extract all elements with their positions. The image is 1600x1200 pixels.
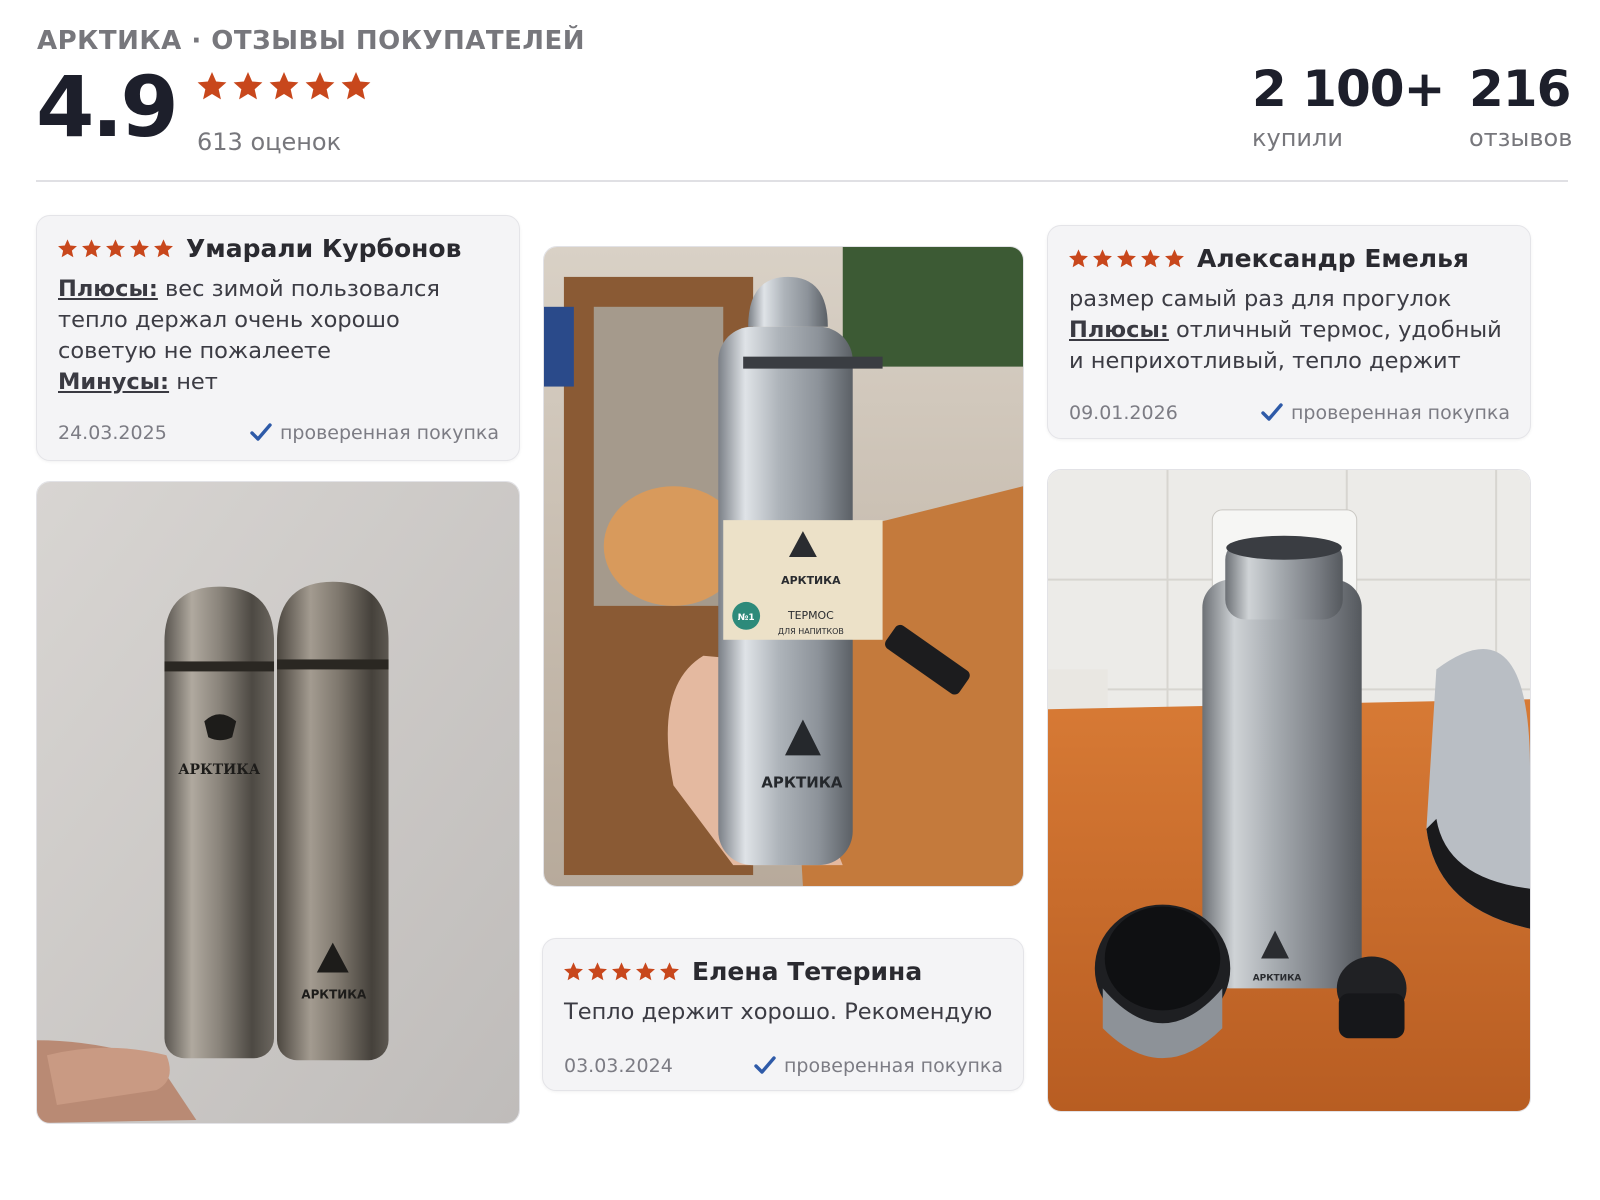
cons-label: Минусы: <box>58 369 170 395</box>
brand-print: АРКТИКА <box>301 987 367 1001</box>
label-sticker: №1 <box>738 613 755 623</box>
reviews-number: 216 <box>1469 60 1571 118</box>
thermos-on-table-photo: АРКТИКА <box>1048 470 1530 1111</box>
star-icon <box>269 72 299 100</box>
thermos-in-hand-photo: АРКТИКА ТЕРМОС ДЛЯ НАПИТКОВ №1 АРКТИКА <box>544 247 1023 886</box>
review-card[interactable]: Умарали Курбонов Плюсы: вес зимой пользо… <box>36 215 520 461</box>
bought-number: 2 100+ <box>1252 60 1445 118</box>
star-icon <box>660 962 679 981</box>
ratings-count: 613 оценок <box>197 128 342 156</box>
rating-stars <box>196 70 372 102</box>
review-card[interactable]: Елена Тетерина Тепло держит хорошо. Реко… <box>542 938 1024 1091</box>
review-text: размер самый раз для прогулок <box>1069 286 1452 312</box>
header-divider <box>36 180 1568 182</box>
star-icon <box>341 72 371 100</box>
star-icon <box>1069 249 1088 268</box>
review-text: Тепло держит хорошо. Рекомендую <box>564 999 993 1025</box>
checkmark-icon <box>754 1056 776 1074</box>
verified-label: проверенная покупка <box>279 422 499 444</box>
review-photo[interactable]: АРКТИКА ТЕРМОС ДЛЯ НАПИТКОВ №1 АРКТИКА <box>543 246 1024 887</box>
star-icon <box>636 962 655 981</box>
checkmark-icon <box>1261 403 1283 421</box>
bought-label: купили <box>1252 124 1343 152</box>
cons-text: нет <box>176 369 218 395</box>
star-icon <box>1117 249 1136 268</box>
review-body: Тепло держит хорошо. Рекомендую <box>564 997 1005 1028</box>
label-product-line2: ДЛЯ НАПИТКОВ <box>778 627 844 636</box>
bought-stat: 2 100+ купили <box>1252 60 1445 152</box>
star-icon <box>106 239 125 258</box>
star-icon <box>564 962 583 981</box>
review-author: Умарали Курбонов <box>186 234 462 263</box>
star-icon <box>1141 249 1160 268</box>
star-icon <box>588 962 607 981</box>
label-brand: АРКТИКА <box>781 574 841 587</box>
reviews-stat: 216 отзывов <box>1469 60 1572 152</box>
star-icon <box>612 962 631 981</box>
label-product-line1: ТЕРМОС <box>787 609 834 622</box>
brand-print: АРКТИКА <box>1253 973 1302 983</box>
review-author: Александр Емелья <box>1197 244 1469 273</box>
review-body: Плюсы: вес зимой пользовался тепло держа… <box>58 274 501 398</box>
verified-label: проверенная покупка <box>783 1055 1003 1077</box>
star-icon <box>1165 249 1184 268</box>
reviews-label: отзывов <box>1469 124 1573 152</box>
brand-print: АРКТИКА <box>761 773 843 791</box>
star-icon <box>58 239 77 258</box>
review-body: размер самый раз для прогулок Плюсы: отл… <box>1069 284 1512 377</box>
review-photo[interactable]: АРКТИКА АРКТИКА <box>36 481 520 1124</box>
review-author: Елена Тетерина <box>692 957 923 986</box>
pros-label: Плюсы: <box>58 276 158 302</box>
review-photo[interactable]: АРКТИКА <box>1047 469 1531 1112</box>
star-icon <box>197 72 227 100</box>
section-title: АРКТИКА · ОТЗЫВЫ ПОКУПАТЕЛЕЙ <box>37 26 585 56</box>
star-icon <box>305 72 335 100</box>
verified-label: проверенная покупка <box>1290 402 1510 424</box>
review-date: 03.03.2024 <box>564 1055 673 1077</box>
pros-label: Плюсы: <box>1069 317 1169 343</box>
verified-badge: проверенная покупка <box>250 422 499 444</box>
star-icon <box>154 239 173 258</box>
review-date: 24.03.2025 <box>58 422 167 444</box>
verified-badge: проверенная покупка <box>1261 402 1510 424</box>
average-rating: 4.9 <box>36 58 179 156</box>
review-card[interactable]: Александр Емелья размер самый раз для пр… <box>1047 225 1531 439</box>
review-stars <box>57 238 174 259</box>
two-thermoses-photo: АРКТИКА АРКТИКА <box>37 482 519 1123</box>
star-icon <box>1093 249 1112 268</box>
verified-badge: проверенная покупка <box>754 1055 1003 1077</box>
review-stars <box>1068 248 1185 269</box>
review-date: 09.01.2026 <box>1069 402 1178 424</box>
star-icon <box>82 239 101 258</box>
checkmark-icon <box>250 423 272 441</box>
review-stars <box>563 961 680 982</box>
brand-print: АРКТИКА <box>178 762 261 778</box>
star-icon <box>130 239 149 258</box>
star-icon <box>233 72 263 100</box>
